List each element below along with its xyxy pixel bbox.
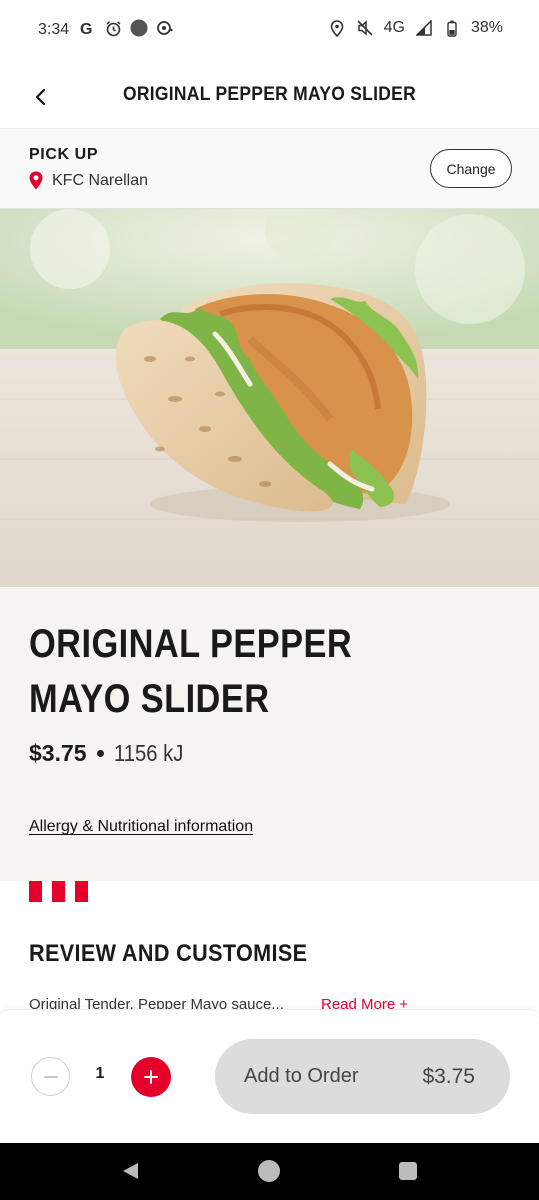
page-title: ORIGINAL PEPPER MAYO SLIDER	[122, 84, 417, 105]
network-label: 4G	[383, 19, 405, 36]
location-pin-icon	[29, 171, 43, 190]
stripe	[52, 881, 65, 902]
quantity-value: 1	[95, 1065, 105, 1082]
pickup-section: PICK UP KFC Narellan Change	[0, 128, 539, 209]
stripe	[75, 881, 88, 902]
plus-icon	[144, 1070, 158, 1084]
pickup-label: PICK UP	[29, 146, 99, 163]
quantity-decrease-button[interactable]	[31, 1057, 70, 1096]
separator-dot	[96, 750, 104, 757]
kfc-stripes	[29, 881, 88, 902]
status-bar: 3:34 G 4G 38%	[0, 0, 539, 62]
stripe	[29, 881, 42, 902]
mute-icon	[356, 19, 374, 37]
review-title: REVIEW AND CUSTOMISE	[29, 940, 308, 967]
svg-text:G: G	[80, 21, 92, 36]
minus-icon	[43, 1075, 58, 1078]
product-image	[0, 209, 539, 587]
add-to-order-button[interactable]: Add to Order $3.75	[215, 1039, 510, 1114]
cast-icon	[156, 19, 174, 37]
status-time: 3:34	[38, 21, 70, 38]
allergy-nutrition-link[interactable]: Allergy & Nutritional information	[29, 818, 253, 836]
nav-recents-icon[interactable]	[399, 1162, 417, 1180]
battery-percent: 38%	[470, 19, 503, 36]
battery-icon	[443, 19, 461, 37]
google-icon: G	[78, 19, 96, 37]
order-bar: 1 Add to Order $3.75	[0, 1009, 539, 1143]
product-energy: 1156 kJ	[113, 740, 183, 766]
product-info: ORIGINAL PEPPER MAYO SLIDER $3.75 1156 k…	[0, 587, 539, 881]
product-name: ORIGINAL PEPPER MAYO SLIDER	[29, 622, 353, 721]
change-store-button[interactable]: Change	[430, 149, 512, 188]
nav-home-icon[interactable]	[258, 1160, 280, 1182]
nav-back-icon[interactable]	[120, 1161, 140, 1181]
slider-image-illustration	[0, 209, 539, 587]
top-app-bar: ORIGINAL PEPPER MAYO SLIDER	[0, 62, 539, 128]
alarm-icon	[104, 19, 122, 37]
circle-icon	[130, 19, 148, 37]
price-row: $3.75 1156 kJ	[29, 740, 192, 767]
quantity-increase-button[interactable]	[131, 1057, 171, 1097]
location-icon	[328, 19, 346, 37]
product-price: $3.75	[29, 740, 87, 766]
add-to-order-price: $3.75	[422, 1064, 475, 1088]
store-name: KFC Narellan	[52, 171, 149, 189]
system-nav-bar	[0, 1143, 539, 1200]
signal-icon	[415, 19, 433, 37]
pickup-store: KFC Narellan	[29, 171, 148, 190]
add-to-order-label: Add to Order	[244, 1065, 359, 1087]
